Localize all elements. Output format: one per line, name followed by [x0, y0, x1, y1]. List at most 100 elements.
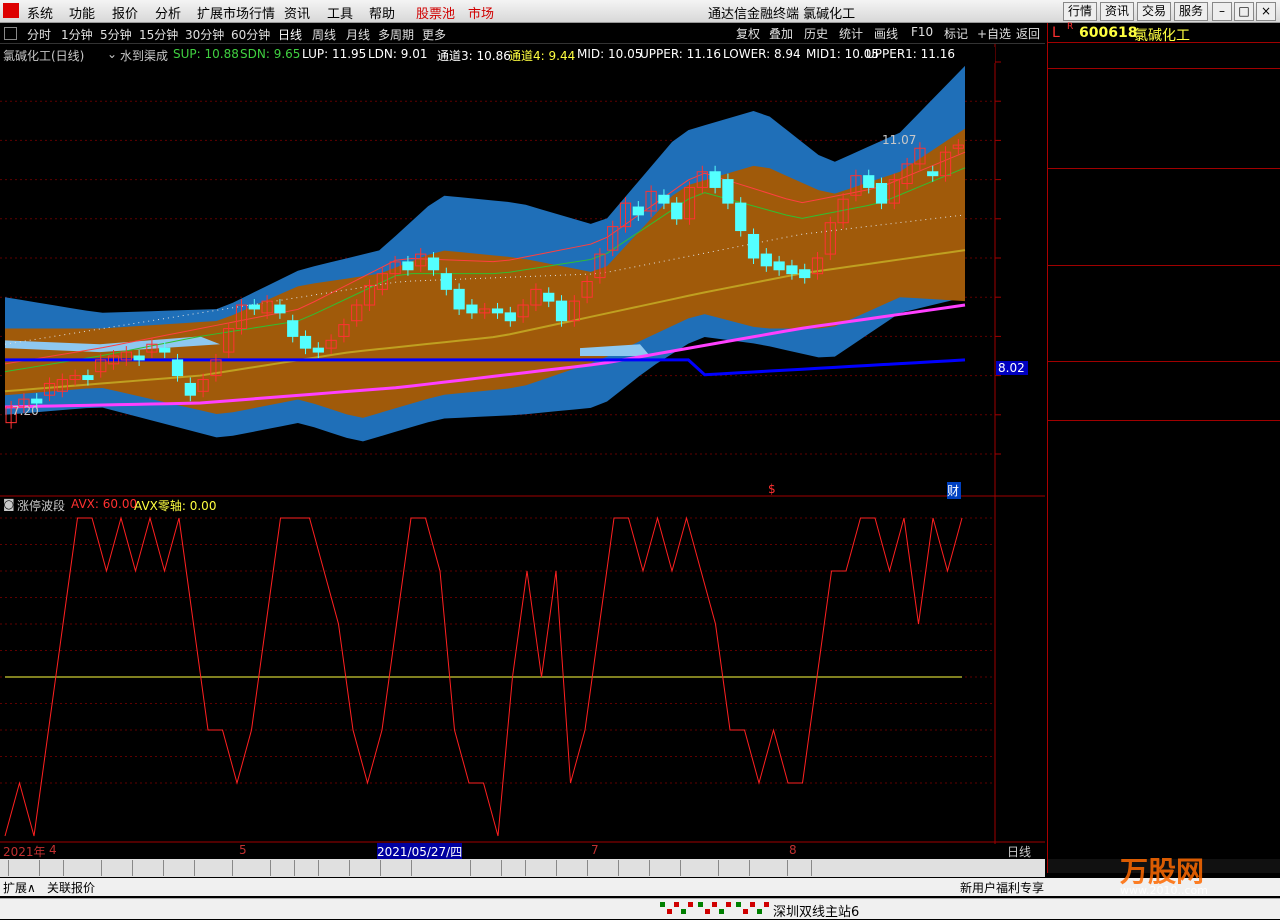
indicator-tab-asi[interactable]: [343, 860, 350, 876]
candle-body: [440, 273, 452, 290]
candle-body: [82, 375, 94, 381]
sub-settings-icon[interactable]: ◙: [3, 497, 15, 511]
notice-label[interactable]: 新用户福利专享: [960, 879, 1044, 896]
period-15min[interactable]: 15分钟: [139, 26, 178, 43]
indicator-tab-dma[interactable]: [126, 860, 133, 876]
menu-function[interactable]: 功能: [69, 3, 95, 22]
candle-body: [747, 233, 760, 259]
indicator-tab-trix[interactable]: [188, 860, 195, 876]
close-icon[interactable]: ×: [1256, 2, 1276, 21]
tool-mark[interactable]: 标记: [944, 25, 968, 42]
main-price-panel: [0, 44, 1045, 858]
formula-name[interactable]: 水到渠成: [120, 47, 168, 64]
menu-tools[interactable]: 工具: [327, 3, 353, 22]
ind-ch4: 通道4: 9.44: [509, 49, 576, 63]
candle-body: [760, 253, 772, 267]
btn-quote[interactable]: 行情: [1063, 2, 1097, 21]
mini-bar-icon: [743, 909, 748, 914]
indicator-tab-fsl[interactable]: [157, 860, 164, 876]
last-price-label: 8.02: [996, 361, 1028, 375]
period-1min[interactable]: 1分钟: [61, 26, 93, 43]
ind-ldn: LDN: 9.01: [368, 47, 428, 61]
server-name[interactable]: 深圳双线主站6: [773, 901, 859, 920]
indicator-tab-cr[interactable]: [264, 860, 271, 876]
tool-add-fav[interactable]: +自选: [977, 25, 1011, 42]
indicator-tab-boll[interactable]: [674, 860, 681, 876]
menu-help[interactable]: 帮助: [369, 3, 395, 22]
indicator-tab-mcst[interactable]: [743, 860, 750, 876]
mini-bar-icon: [750, 902, 755, 907]
tool-overlay[interactable]: 叠加: [769, 25, 793, 42]
indicator-tab-kdj[interactable]: [550, 860, 557, 876]
indicator-tab-vr[interactable]: [288, 860, 295, 876]
tool-stats[interactable]: 统计: [839, 25, 863, 42]
period-day[interactable]: 日线: [278, 26, 302, 43]
tool-f10[interactable]: F10: [911, 25, 933, 39]
menu-quote[interactable]: 报价: [112, 3, 138, 22]
mini-bar-icon: [688, 902, 693, 907]
finance-flag[interactable]: 财: [947, 482, 961, 499]
indicator-tab-roc[interactable]: [612, 860, 619, 876]
tab-expand[interactable]: 扩展∧: [3, 879, 36, 896]
maximize-icon[interactable]: □: [1234, 2, 1254, 21]
candle-body: [543, 292, 555, 302]
ind-sdn: SDN: 9.65: [240, 47, 301, 61]
indicator-tab-obv[interactable]: [312, 860, 319, 876]
period-5min[interactable]: 5分钟: [100, 26, 132, 43]
tool-back[interactable]: 返回: [1016, 25, 1040, 42]
btn-trade[interactable]: 交易: [1137, 2, 1171, 21]
period-fenshi[interactable]: 分时: [27, 26, 51, 43]
menu-news[interactable]: 资讯: [284, 3, 310, 22]
period-60min[interactable]: 60分钟: [231, 26, 270, 43]
candle-body: [786, 265, 798, 275]
indicator-tab-窗口[interactable]: [33, 860, 40, 876]
kline-chart[interactable]: [0, 44, 1045, 858]
candle-body: [722, 179, 734, 204]
menu-analysis[interactable]: 分析: [155, 3, 181, 22]
indicator-tab-sar[interactable]: [519, 860, 526, 876]
tab-related[interactable]: 关联报价: [47, 879, 95, 896]
indicator-tab-cci[interactable]: [581, 860, 588, 876]
period-month[interactable]: 月线: [346, 26, 370, 43]
watermark: 万股网 www.2010..com: [1080, 850, 1280, 900]
indicator-tab-macd[interactable]: [57, 860, 64, 876]
indicator-tab-psy[interactable]: [712, 860, 719, 876]
app-logo-icon[interactable]: [3, 3, 19, 18]
sub-ind-name[interactable]: 涨停波段: [17, 497, 65, 514]
indicator-tab-rsi[interactable]: [464, 860, 471, 876]
candle-body: [863, 175, 875, 188]
minimize-icon[interactable]: –: [1212, 2, 1232, 21]
sidebar-toggle-icon[interactable]: [4, 27, 17, 40]
mini-bar-icon: [764, 902, 769, 907]
indicator-tab-vol-tdx[interactable]: [405, 860, 412, 876]
period-30min[interactable]: 30分钟: [185, 26, 224, 43]
indicator-tab-更多[interactable]: [781, 860, 788, 876]
indicator-tab-mtm[interactable]: [643, 860, 650, 876]
level-badge: L: [1052, 25, 1060, 41]
menu-stockpool[interactable]: 股票池: [416, 3, 455, 22]
indicator-tab-dmi[interactable]: [95, 860, 102, 876]
tool-fuquan[interactable]: 复权: [736, 25, 760, 42]
tool-history[interactable]: 历史: [804, 25, 828, 42]
menu-ext-market[interactable]: 扩展市场行情: [197, 3, 275, 22]
dividend-flag-icon[interactable]: $: [768, 482, 776, 496]
quote-panel: L R 600618 氯碱化工: [1047, 22, 1280, 873]
indicator-tab-emv[interactable]: [374, 860, 381, 876]
indicator-tab-brar[interactable]: [226, 860, 233, 876]
period-multi[interactable]: 多周期: [378, 26, 414, 43]
divider: [1048, 420, 1280, 421]
tool-draw[interactable]: 画线: [874, 25, 898, 42]
period-more[interactable]: 更多: [422, 26, 446, 43]
indicator-tab-指标a[interactable]: [2, 860, 9, 876]
btn-service[interactable]: 服务: [1174, 2, 1208, 21]
date-m7: 7: [591, 843, 599, 857]
formula-dropdown-icon[interactable]: ⌄: [107, 47, 117, 61]
date-period: 日线: [1007, 845, 1032, 859]
menu-system[interactable]: 系统: [27, 3, 53, 22]
period-week[interactable]: 周线: [312, 26, 336, 43]
indicator-tab-wr[interactable]: [495, 860, 502, 876]
menu-market[interactable]: 市场: [468, 3, 494, 22]
mini-bar-icon: [712, 902, 717, 907]
indicator-tab-设置[interactable]: [805, 860, 812, 876]
btn-news[interactable]: 资讯: [1100, 2, 1134, 21]
